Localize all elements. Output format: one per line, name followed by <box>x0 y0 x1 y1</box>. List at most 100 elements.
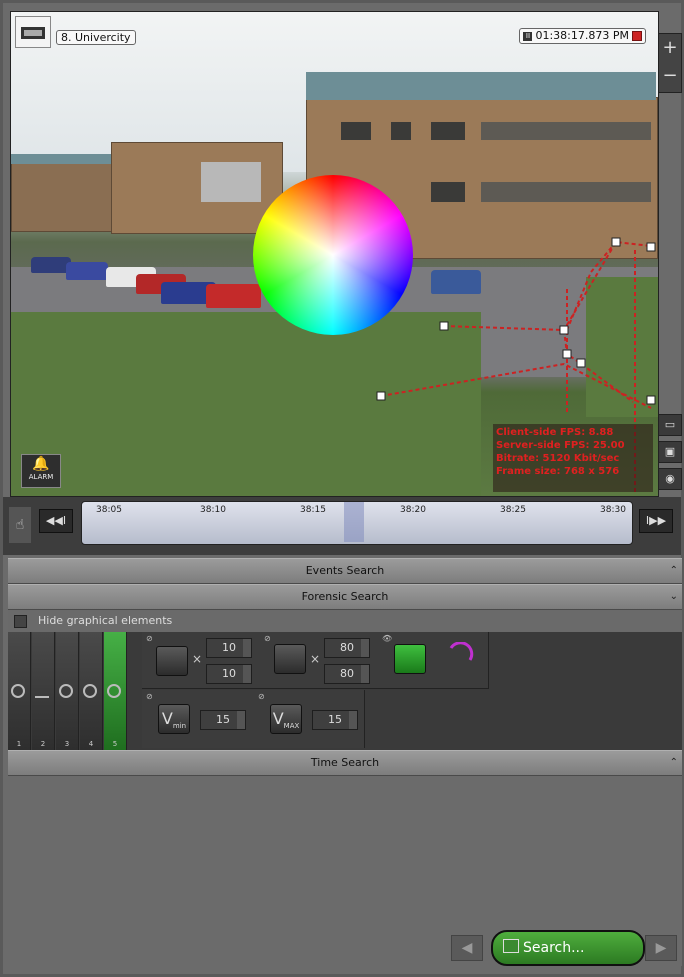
vmin-stepper[interactable]: 15 <box>200 710 246 730</box>
min-height-value: 10 <box>222 667 236 680</box>
vmin-sub: min <box>172 722 187 731</box>
hide-graphical-checkbox[interactable] <box>14 615 27 628</box>
timeline-cursor[interactable] <box>344 502 364 542</box>
color-arc-icon[interactable] <box>448 642 474 664</box>
tab-number: 4 <box>88 740 94 748</box>
search-icon <box>503 939 519 953</box>
record-icon <box>632 31 642 41</box>
times-icon: × <box>192 652 203 666</box>
vmax-group: ⊘ VMAX 15 <box>254 690 365 748</box>
vmin-group: ⊘ Vmin 15 <box>142 690 255 748</box>
vmax-button[interactable]: VMAX <box>270 704 302 734</box>
timeline-tick: 38:10 <box>200 505 226 515</box>
expand-icon[interactable]: ⌄ <box>670 585 678 609</box>
timeline-tick: 38:05 <box>96 505 122 515</box>
vmax-value: 15 <box>328 713 342 726</box>
pause-icon[interactable]: II <box>523 31 533 41</box>
stat-client-fps: Client-side FPS: 8.88 <box>496 427 614 438</box>
forensic-tabs: 1 2 3 4 5 <box>8 632 132 750</box>
time-search-header[interactable]: Time Search ⌃ <box>8 750 682 776</box>
previous-frame-button[interactable]: ◀◀I <box>39 509 73 533</box>
forward-arrow-icon[interactable]: ▶ <box>645 935 677 961</box>
min-width-stepper[interactable]: 10 <box>206 638 252 658</box>
tab-number: 2 <box>40 740 46 748</box>
next-frame-button[interactable]: I▶▶ <box>639 509 673 533</box>
hand-tool-icon[interactable]: ☝ <box>9 507 31 543</box>
alarm-button[interactable]: 🔔 ALARM <box>21 454 61 488</box>
color-group: 👁 <box>378 632 489 689</box>
bell-icon: 🔔 <box>32 456 50 472</box>
stream-stats: Client-side FPS: 8.88 Server-side FPS: 2… <box>493 424 653 492</box>
vmin-value: 15 <box>216 713 230 726</box>
vmin-button[interactable]: Vmin <box>158 704 190 734</box>
direction-icon <box>11 684 25 698</box>
timeline-tick: 38:25 <box>500 505 526 515</box>
vmax-label: V <box>272 709 284 728</box>
camera-icon[interactable] <box>15 16 51 48</box>
color-fill-button[interactable] <box>394 644 426 674</box>
forensic-search-title: Forensic Search <box>301 590 389 603</box>
tab-loitering[interactable]: 3 <box>56 632 79 750</box>
tab-direction[interactable]: 1 <box>8 632 31 750</box>
timestamp-text: 01:38:17.873 PM <box>535 29 629 42</box>
eye-hidden-icon[interactable]: ⊘ <box>146 634 153 643</box>
eye-hidden-icon[interactable]: ⊘ <box>146 692 153 701</box>
zoom-control: + − <box>658 33 682 93</box>
min-height-stepper[interactable]: 10 <box>206 664 252 684</box>
events-search-header[interactable]: Events Search ⌃ <box>8 558 682 584</box>
forensic-search-header[interactable]: Forensic Search ⌄ <box>8 584 682 610</box>
eye-hidden-icon[interactable]: ⊘ <box>264 634 271 643</box>
stat-frame-size: Frame size: 768 x 576 <box>496 466 620 477</box>
tab-group[interactable]: 4 <box>80 632 103 750</box>
max-width-stepper[interactable]: 80 <box>324 638 370 658</box>
video-viewport[interactable]: 8. Univercity II 01:38:17.873 PM Client-… <box>10 11 659 497</box>
stat-bitrate: Bitrate: 5120 Kbit/sec <box>496 453 620 464</box>
events-search-title: Events Search <box>305 564 385 577</box>
timeline-tick: 38:30 <box>600 505 626 515</box>
group-icon <box>83 684 97 698</box>
forensic-search-panel: 1 2 3 4 5 ⊘ × 10 10 ⊘ × 80 80 👁 ⊘ Vmin 1… <box>8 632 682 750</box>
app-window: 8. Univercity II 01:38:17.873 PM Client-… <box>3 3 682 974</box>
min-size-button[interactable] <box>156 646 188 676</box>
camera-name-label: 8. Univercity <box>56 30 136 45</box>
tab-number: 3 <box>64 740 70 748</box>
search-button-label: Search... <box>523 940 585 956</box>
archive-icon[interactable]: ▣ <box>658 441 682 463</box>
times-icon: × <box>310 652 321 666</box>
vmax-sub: MAX <box>283 722 300 731</box>
eye-icon[interactable]: ◉ <box>658 468 682 490</box>
tab-line-crossing[interactable]: 2 <box>32 632 55 750</box>
max-width-value: 80 <box>340 641 354 654</box>
vmin-label: V <box>161 709 173 728</box>
time-search-title: Time Search <box>310 756 380 769</box>
monitor-icon[interactable]: ▭ <box>658 414 682 436</box>
zoom-in-button[interactable]: + <box>659 34 681 62</box>
max-height-stepper[interactable]: 80 <box>324 664 370 684</box>
collapse-icon[interactable]: ⌃ <box>670 559 678 583</box>
zoom-out-button[interactable]: − <box>659 62 681 90</box>
timeline-track[interactable]: 38:05 38:10 38:15 38:20 38:25 38:30 <box>81 501 633 545</box>
eye-hidden-icon[interactable]: ⊘ <box>258 692 265 701</box>
vmax-stepper[interactable]: 15 <box>312 710 358 730</box>
hide-graphical-row: Hide graphical elements <box>8 610 682 632</box>
min-size-group: ⊘ × 10 10 <box>142 632 261 689</box>
alarm-label: ALARM <box>28 473 54 481</box>
clock-icon <box>59 684 73 698</box>
min-width-value: 10 <box>222 641 236 654</box>
back-arrow-icon[interactable]: ◀ <box>451 935 483 961</box>
timestamp-badge: II 01:38:17.873 PM <box>519 28 646 44</box>
line-crossing-icon <box>35 684 49 698</box>
timeline: ☝ ◀◀I 38:05 38:10 38:15 38:20 38:25 38:3… <box>3 497 681 555</box>
eye-icon[interactable]: 👁 <box>382 634 392 643</box>
max-size-group: ⊘ × 80 80 <box>260 632 379 689</box>
max-height-value: 80 <box>340 667 354 680</box>
tab-color-size[interactable]: 5 <box>104 632 127 750</box>
collapse-icon[interactable]: ⌃ <box>670 751 678 775</box>
search-button[interactable]: Search... <box>491 930 645 966</box>
color-size-icon <box>107 684 121 698</box>
timeline-tick: 38:20 <box>400 505 426 515</box>
max-size-button[interactable] <box>274 644 306 674</box>
tab-number: 5 <box>112 740 118 748</box>
tab-number: 1 <box>16 740 22 748</box>
stat-server-fps: Server-side FPS: 25.00 <box>496 440 625 451</box>
